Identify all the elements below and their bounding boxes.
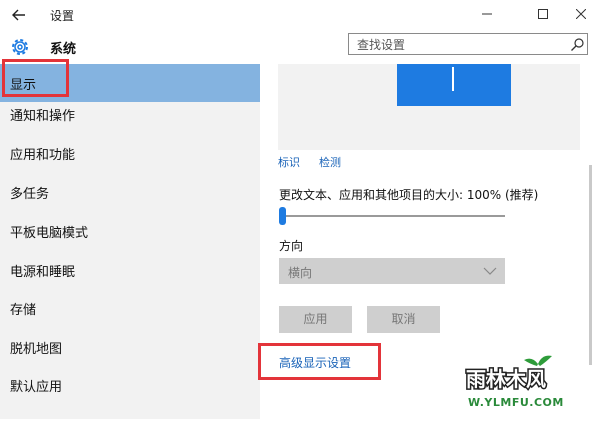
watermark-logo: 雨林木风 W.YLMFU.COM [462, 350, 600, 419]
sidebar-item-label: 应用和功能 [10, 148, 76, 163]
monitor-tile[interactable] [397, 64, 511, 106]
scale-label: 更改文本、应用和其他项目的大小: 100% (推荐) [279, 188, 539, 202]
close-icon [576, 9, 586, 19]
sidebar-item-label: 脱机地图 [10, 342, 63, 357]
title-bar [0, 0, 600, 30]
sidebar-item-multitasking[interactable]: 多任务 [0, 173, 260, 211]
close-button[interactable] [565, 2, 597, 26]
sidebar-item-label: 多任务 [10, 187, 50, 202]
watermark-url: W.YLMFU.COM [468, 396, 564, 409]
sidebar-item-power-sleep[interactable]: 电源和睡眠 [0, 251, 260, 289]
maximize-button[interactable] [527, 2, 559, 26]
sidebar-item-storage[interactable]: 存储 [0, 289, 260, 327]
orientation-label: 方向 [279, 239, 304, 253]
chevron-down-icon [483, 267, 497, 275]
sidebar-item-label: 默认应用 [10, 380, 63, 395]
sidebar-item-apps-features[interactable]: 应用和功能 [0, 134, 260, 172]
gear-icon [9, 36, 31, 58]
sidebar-item-label: 电源和睡眠 [10, 265, 76, 280]
scale-slider-thumb[interactable] [279, 207, 286, 225]
page-title: 系统 [50, 42, 77, 57]
sidebar-item-offline-maps[interactable]: 脱机地图 [0, 328, 260, 366]
search-box[interactable] [348, 33, 588, 55]
scrollbar-thumb[interactable] [589, 165, 592, 365]
search-input[interactable] [357, 37, 557, 52]
minimize-icon [482, 13, 492, 15]
orientation-value: 横向 [288, 266, 313, 280]
cancel-button[interactable]: 取消 [367, 306, 440, 333]
monitor-number-mark [452, 67, 454, 91]
arrow-left-icon [12, 9, 25, 21]
scale-slider-track[interactable] [279, 215, 505, 217]
sidebar-item-notifications[interactable]: 通知和操作 [0, 95, 260, 133]
sidebar-item-label: 平板电脑模式 [10, 226, 89, 241]
sidebar-item-label: 通知和操作 [10, 109, 76, 124]
back-button[interactable] [6, 3, 32, 27]
identify-link[interactable]: 标识 [278, 154, 300, 170]
highlight-box-display [2, 59, 69, 97]
orientation-select[interactable]: 横向 [279, 258, 505, 284]
sidebar-item-tablet-mode[interactable]: 平板电脑模式 [0, 212, 260, 250]
detect-link[interactable]: 检测 [319, 154, 341, 170]
sidebar: 显示 通知和操作 应用和功能 多任务 平板电脑模式 电源和睡眠 存储 脱机地图 … [0, 64, 260, 419]
apply-button[interactable]: 应用 [279, 306, 352, 333]
sidebar-item-label: 存储 [10, 303, 37, 318]
minimize-button[interactable] [471, 2, 503, 26]
search-icon[interactable] [570, 37, 585, 52]
watermark-brand: 雨林木风 [466, 367, 546, 391]
sidebar-item-default-apps[interactable]: 默认应用 [0, 366, 260, 404]
maximize-icon [538, 9, 548, 19]
highlight-box-advanced [258, 343, 381, 380]
window-title: 设置 [50, 9, 75, 23]
